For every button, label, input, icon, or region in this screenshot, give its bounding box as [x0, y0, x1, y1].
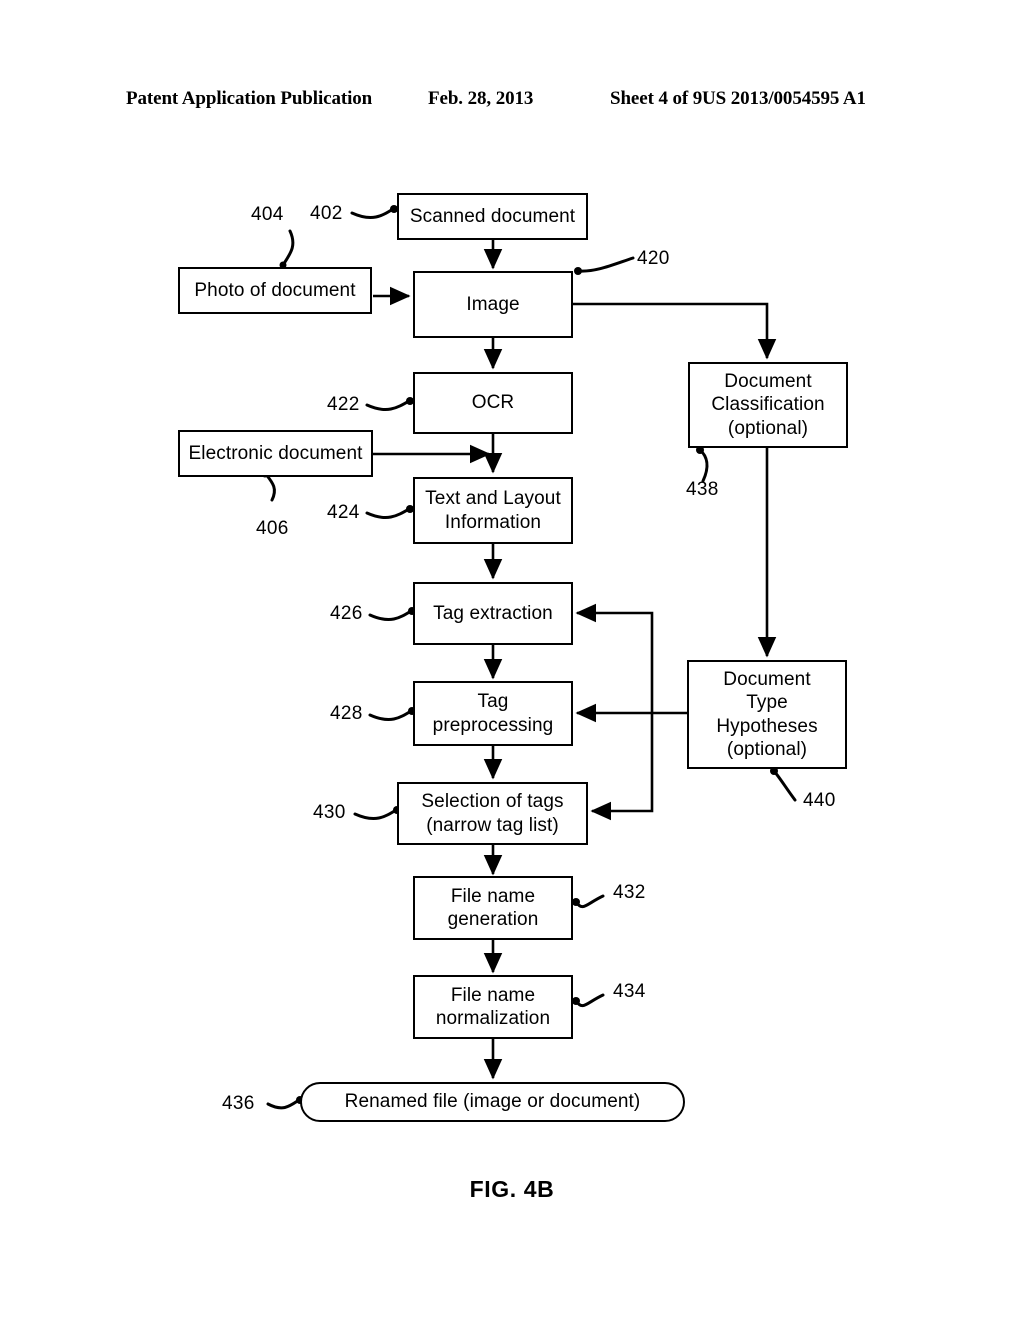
node-text-and-layout-information[interactable]: Text and Layout Information [413, 477, 573, 544]
ref-426: 426 [330, 603, 363, 624]
leader-428 [368, 709, 413, 722]
leader-420 [577, 256, 635, 273]
ref-432: 432 [613, 882, 646, 903]
figure-sheet: Patent Application Publication Feb. 28, … [0, 0, 1024, 1320]
node-ocr[interactable]: OCR [413, 372, 573, 434]
node-scanned-document[interactable]: Scanned document [397, 193, 588, 240]
node-file-name-normalization[interactable]: File name normalization [413, 975, 573, 1039]
ref-406: 406 [256, 518, 289, 539]
leader-dots [261, 205, 778, 1104]
ref-438: 438 [686, 479, 719, 500]
ref-420: 420 [637, 248, 670, 269]
node-document-classification[interactable]: Document Classification (optional) [688, 362, 848, 448]
node-selection-of-tags[interactable]: Selection of tags (narrow tag list) [397, 782, 588, 845]
ref-430: 430 [313, 802, 346, 823]
edge-image-to-document-classification [573, 302, 777, 360]
leader-436 [266, 1098, 301, 1110]
leader-430 [353, 808, 398, 821]
leader-434 [574, 993, 605, 1008]
leader-406 [263, 471, 276, 502]
edge-hypotheses-to-selection-of-tags [590, 713, 654, 821]
node-tag-extraction[interactable]: Tag extraction [413, 582, 573, 645]
leader-440 [772, 769, 797, 802]
node-document-type-hypotheses[interactable]: Document Type Hypotheses (optional) [687, 660, 847, 769]
leader-424 [365, 507, 411, 520]
node-electronic-document[interactable]: Electronic document [178, 430, 373, 477]
header-publication-type: Patent Application Publication [126, 88, 373, 109]
leader-402 [350, 207, 395, 220]
ref-428: 428 [330, 703, 363, 724]
figure-caption: FIG. 4B [469, 1176, 555, 1202]
header-date: Feb. 28, 2013 [428, 88, 534, 109]
ref-424: 424 [327, 502, 360, 523]
node-file-name-generation[interactable]: File name generation [413, 876, 573, 940]
ref-402: 402 [310, 203, 343, 224]
header-sheet-number: Sheet 4 of 9 [610, 88, 703, 109]
ref-434: 434 [613, 981, 646, 1002]
page-header: Patent Application Publication Feb. 28, … [0, 88, 1024, 116]
ref-440: 440 [803, 790, 836, 811]
edge-hypotheses-to-tag-extraction [575, 603, 654, 713]
header-publication-number: US 2013/0054595 A1 [702, 88, 866, 109]
leader-432 [574, 894, 605, 909]
node-image[interactable]: Image [413, 271, 573, 338]
node-renamed-file[interactable]: Renamed file (image or document) [300, 1082, 685, 1122]
ref-422: 422 [327, 394, 360, 415]
ref-436: 436 [222, 1093, 255, 1114]
node-tag-preprocessing[interactable]: Tag preprocessing [413, 681, 573, 746]
leader-426 [368, 609, 413, 622]
leader-422 [365, 399, 411, 412]
leader-438 [698, 448, 709, 483]
leader-404 [281, 229, 295, 267]
node-photo-of-document[interactable]: Photo of document [178, 267, 372, 314]
ref-404: 404 [251, 204, 284, 225]
